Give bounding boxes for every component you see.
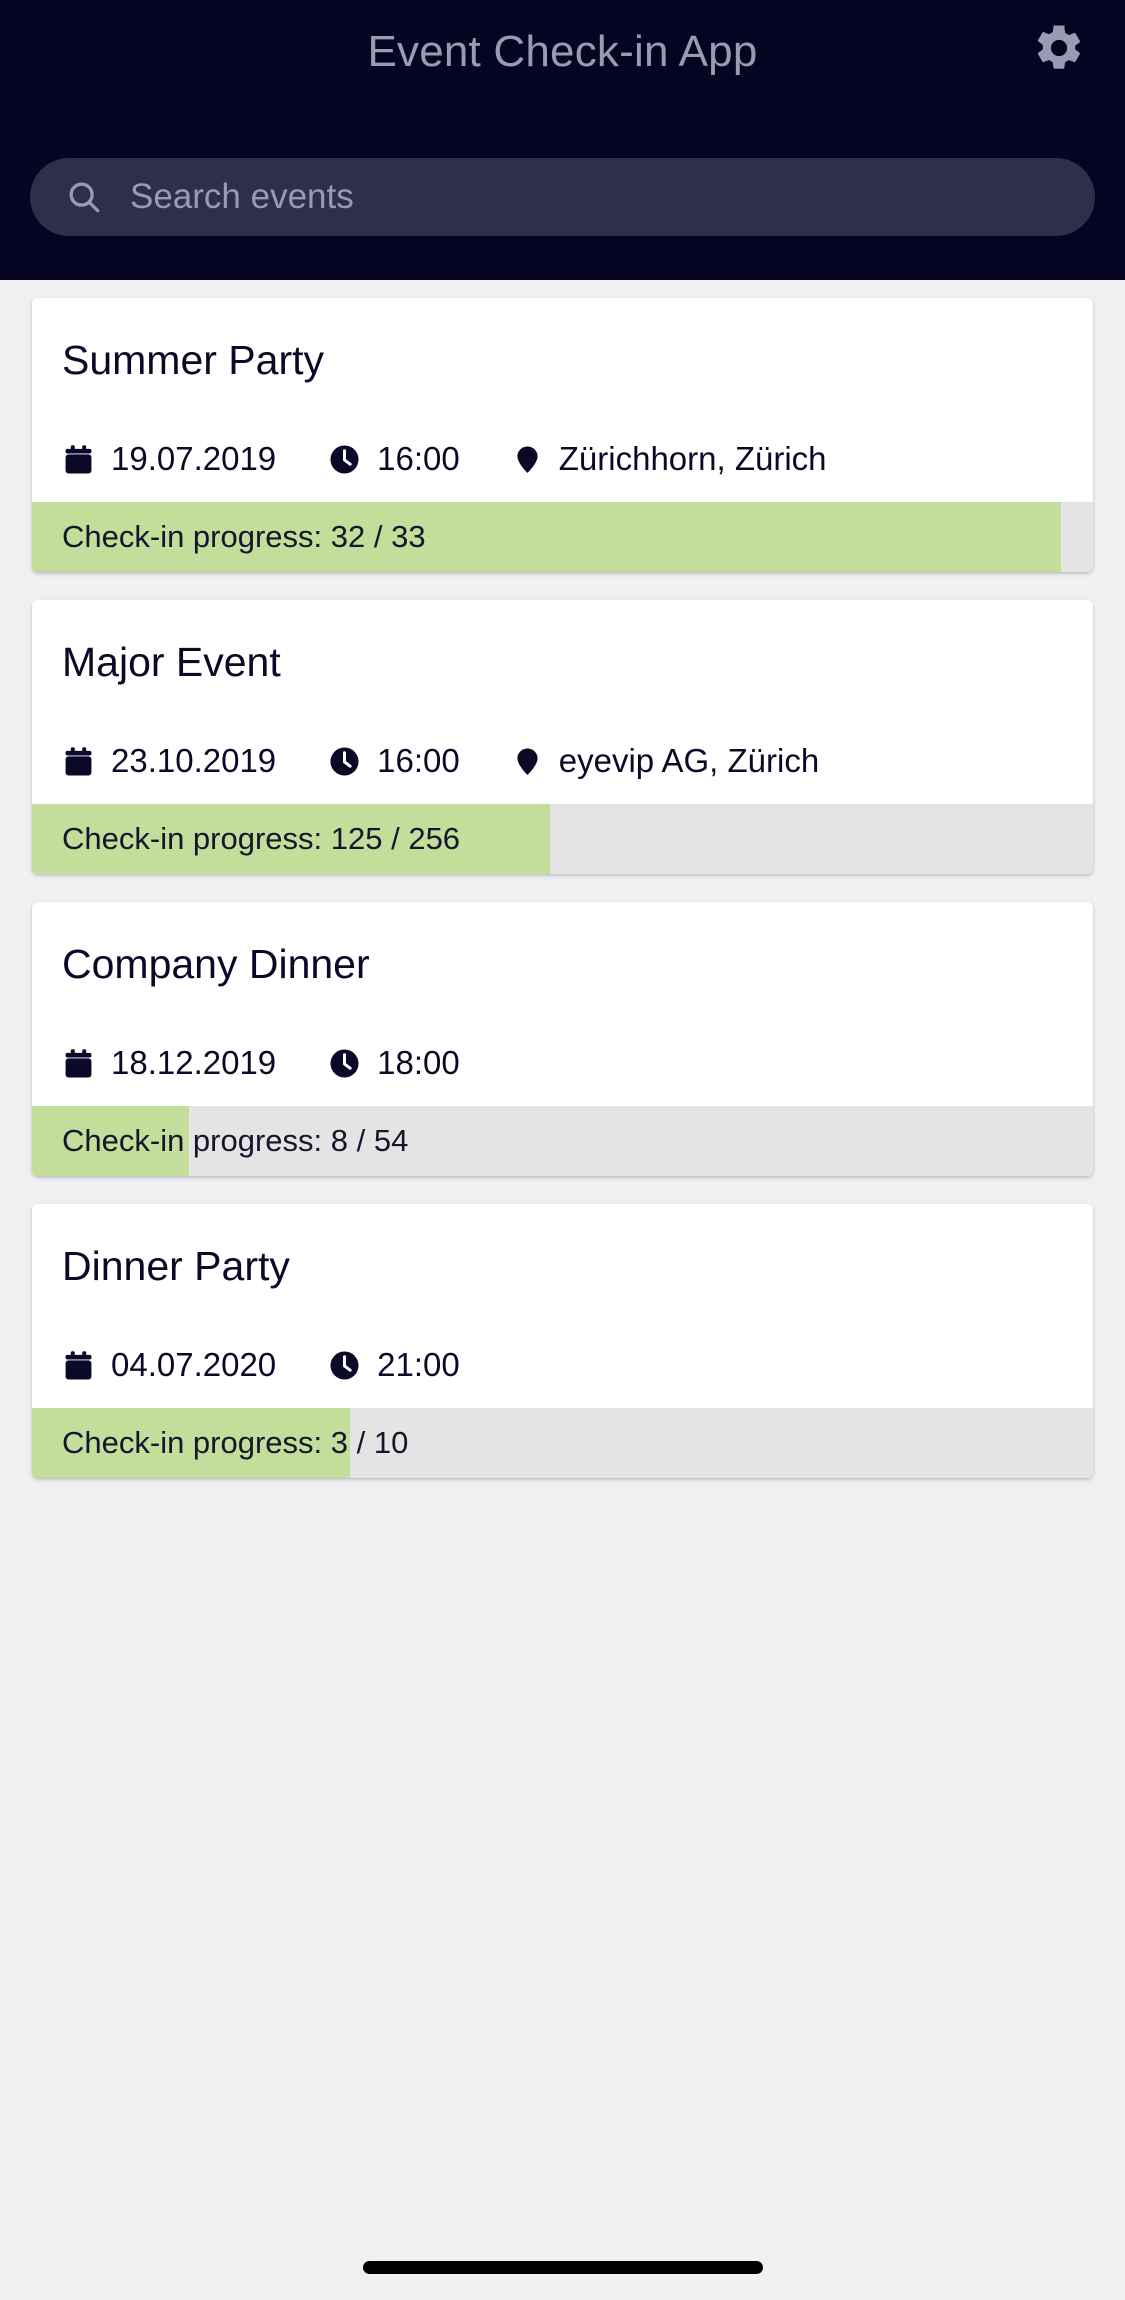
app-header-top-row: Event Check-in App xyxy=(0,0,1125,96)
search-bar-container xyxy=(30,158,1095,236)
event-meta-row: 19.07.2019 16:00 Zürichhorn, Zürich xyxy=(62,440,1069,478)
settings-button[interactable] xyxy=(1031,20,1087,76)
clock-icon xyxy=(328,443,361,476)
event-location: eyevip AG, Zürich xyxy=(512,742,819,780)
event-card-body: Major Event 23.10.2019 16:00 eyevip AG, … xyxy=(32,600,1093,804)
checkin-progress-label: Check-in progress: 3 / 10 xyxy=(62,1425,409,1460)
location-pin-icon xyxy=(512,443,543,476)
event-time: 21:00 xyxy=(328,1346,460,1384)
checkin-progress-bar: Check-in progress: 125 / 256 xyxy=(32,804,1093,874)
event-date-text: 18.12.2019 xyxy=(111,1044,277,1081)
event-card[interactable]: Summer Party 19.07.2019 16:00 Zürichhorn… xyxy=(32,298,1093,572)
calendar-icon xyxy=(62,443,95,476)
event-time: 16:00 xyxy=(328,742,460,780)
checkin-progress-bar: Check-in progress: 32 / 33 xyxy=(32,502,1093,572)
event-date: 23.10.2019 xyxy=(62,742,276,780)
event-date: 19.07.2019 xyxy=(62,440,276,478)
event-title: Major Event xyxy=(62,639,281,685)
event-title: Dinner Party xyxy=(62,1243,290,1289)
event-time-text: 21:00 xyxy=(377,1346,460,1383)
event-time-text: 16:00 xyxy=(377,440,460,477)
event-card[interactable]: Company Dinner 18.12.2019 18:00 Check-in… xyxy=(32,902,1093,1176)
checkin-progress-label: Check-in progress: 125 / 256 xyxy=(62,821,461,856)
clock-icon xyxy=(328,745,361,778)
event-date-text: 04.07.2020 xyxy=(111,1346,277,1383)
app-header: Event Check-in App xyxy=(0,0,1125,280)
calendar-icon xyxy=(62,745,95,778)
event-meta-row: 23.10.2019 16:00 eyevip AG, Zürich xyxy=(62,742,1069,780)
event-location: Zürichhorn, Zürich xyxy=(512,440,827,478)
checkin-progress-bar: Check-in progress: 8 / 54 xyxy=(32,1106,1093,1176)
checkin-progress-label: Check-in progress: 32 / 33 xyxy=(62,519,426,554)
event-time-text: 18:00 xyxy=(377,1044,460,1081)
location-pin-icon xyxy=(512,745,543,778)
event-card[interactable]: Major Event 23.10.2019 16:00 eyevip AG, … xyxy=(32,600,1093,874)
event-title: Company Dinner xyxy=(62,941,370,987)
event-card[interactable]: Dinner Party 04.07.2020 21:00 Check-in p… xyxy=(32,1204,1093,1478)
clock-icon xyxy=(328,1047,361,1080)
event-card-body: Summer Party 19.07.2019 16:00 Zürichhorn… xyxy=(32,298,1093,502)
checkin-progress-label: Check-in progress: 8 / 54 xyxy=(62,1123,409,1158)
event-time: 18:00 xyxy=(328,1044,460,1082)
search-bar[interactable] xyxy=(30,158,1095,236)
search-input[interactable] xyxy=(130,177,1061,217)
gear-icon xyxy=(1032,21,1086,75)
calendar-icon xyxy=(62,1047,95,1080)
event-time: 16:00 xyxy=(328,440,460,478)
event-title: Summer Party xyxy=(62,337,324,383)
clock-icon xyxy=(328,1349,361,1382)
search-icon xyxy=(64,177,104,217)
calendar-icon xyxy=(62,1349,95,1382)
event-date-text: 23.10.2019 xyxy=(111,742,277,779)
event-card-body: Dinner Party 04.07.2020 21:00 xyxy=(32,1204,1093,1408)
event-meta-row: 18.12.2019 18:00 xyxy=(62,1044,1069,1082)
checkin-progress-bar: Check-in progress: 3 / 10 xyxy=(32,1408,1093,1478)
event-date: 18.12.2019 xyxy=(62,1044,276,1082)
event-meta-row: 04.07.2020 21:00 xyxy=(62,1346,1069,1384)
event-location-text: eyevip AG, Zürich xyxy=(558,742,820,779)
event-location-text: Zürichhorn, Zürich xyxy=(558,440,827,477)
page-title: Event Check-in App xyxy=(367,27,758,76)
home-indicator xyxy=(362,2261,763,2274)
event-time-text: 16:00 xyxy=(377,742,460,779)
event-date: 04.07.2020 xyxy=(62,1346,276,1384)
event-list: Summer Party 19.07.2019 16:00 Zürichhorn… xyxy=(0,280,1125,1478)
event-card-body: Company Dinner 18.12.2019 18:00 xyxy=(32,902,1093,1106)
event-date-text: 19.07.2019 xyxy=(111,440,277,477)
